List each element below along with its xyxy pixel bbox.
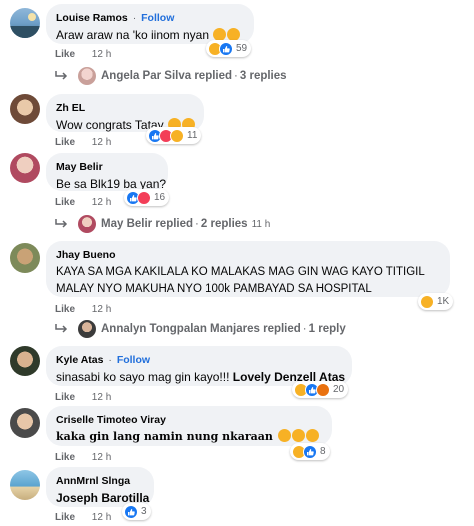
avatar[interactable] — [10, 8, 40, 38]
follow-link[interactable]: Follow — [117, 354, 150, 366]
like-link[interactable]: Like — [55, 452, 75, 463]
like-reaction-icon — [124, 504, 138, 519]
comment-meta: Like 12 h — [55, 512, 111, 523]
comment-meta: Like 12 h — [55, 304, 111, 315]
comment-bubble: AnnMrnl Slnga Joseph Barotilla — [46, 467, 154, 507]
comment-bubble: Louise Ramos · Follow Araw araw na 'ko i… — [46, 4, 254, 44]
comment-meta: Like 12 h — [55, 49, 111, 60]
separator-dot: · — [132, 12, 137, 24]
timestamp[interactable]: 12 h — [92, 197, 111, 208]
author-name[interactable]: Louise Ramos — [56, 12, 128, 24]
avatar — [78, 320, 96, 338]
timestamp[interactable]: 12 h — [92, 304, 111, 315]
view-replies-link[interactable]: Annalyn Tongpalan Manjares replied · 1 r… — [54, 320, 346, 338]
author-name[interactable]: Jhay Bueno — [56, 248, 440, 262]
reply-count: 3 replies — [239, 70, 287, 82]
care-reaction-icon — [170, 128, 184, 143]
separator-dot: · — [195, 218, 199, 230]
rofl-emoji-icon — [305, 429, 319, 442]
reaction-count: 8 — [320, 446, 326, 457]
follow-link[interactable]: Follow — [141, 12, 174, 24]
reaction-summary[interactable]: 1K — [418, 293, 454, 310]
timestamp[interactable]: 12 h — [92, 137, 111, 148]
reply-arrow-icon — [55, 71, 68, 80]
author-name[interactable]: Kyle Atas — [56, 354, 103, 366]
comment-meta: Like 12 h — [55, 452, 111, 463]
avatar — [78, 67, 96, 85]
avatar[interactable] — [10, 346, 40, 376]
like-link[interactable]: Like — [55, 197, 75, 208]
comment-bubble: May Belir Be sa Blk19 ba yan? — [46, 153, 168, 191]
replied-label: May Belir replied — [101, 218, 194, 230]
replied-label: Annalyn Tongpalan Manjares replied — [101, 323, 301, 335]
avatar[interactable] — [10, 408, 40, 438]
comment-bubble: Kyle Atas · Follow sinasabi ko sayo mag … — [46, 346, 352, 386]
rofl-emoji-icon — [277, 429, 291, 442]
reaction-count: 1K — [437, 296, 450, 307]
reaction-summary[interactable]: 16 — [124, 189, 170, 206]
comment-meta: Like 12 h — [55, 197, 111, 208]
like-link[interactable]: Like — [55, 49, 75, 60]
reaction-summary[interactable]: 20 — [292, 381, 349, 398]
reply-count: 2 replies — [200, 218, 248, 230]
rofl-emoji-icon — [291, 429, 305, 442]
timestamp[interactable]: 12 h — [92, 512, 111, 523]
like-link[interactable]: Like — [55, 512, 75, 523]
author-name[interactable]: Zh EL — [56, 101, 194, 115]
like-reaction-icon — [219, 41, 233, 56]
like-link[interactable]: Like — [55, 304, 75, 315]
reaction-summary[interactable]: 8 — [290, 443, 330, 460]
like-link[interactable]: Like — [55, 137, 75, 148]
separator-dot: · — [108, 354, 112, 366]
like-link[interactable]: Like — [55, 392, 75, 403]
comment-bubble: Criselle Timoteo Viray kaka gin lang nam… — [46, 406, 332, 446]
reaction-count: 59 — [236, 43, 248, 54]
avatar — [78, 215, 96, 233]
love-reaction-icon — [137, 190, 151, 205]
comment-bubble: Jhay Bueno KAYA SA MGA KAKILALA KO MALAK… — [46, 241, 450, 297]
comment-meta: Like 12 h — [55, 392, 111, 403]
timestamp[interactable]: 12 h — [92, 392, 111, 403]
reaction-summary[interactable]: 59 — [206, 40, 252, 57]
avatar[interactable] — [10, 94, 40, 124]
avatar[interactable] — [10, 470, 40, 500]
reply-timestamp: 11 h — [251, 218, 271, 230]
author-name[interactable]: May Belir — [56, 160, 158, 174]
separator-dot: · — [234, 70, 238, 82]
comment-text: sinasabi ko sayo mag gin kayo!!! — [56, 370, 230, 384]
reply-count: 1 reply — [308, 323, 346, 335]
reply-arrow-icon — [55, 324, 68, 333]
author-name[interactable]: AnnMrnl Slnga — [56, 474, 144, 488]
angry-reaction-icon — [316, 382, 330, 397]
replied-label: Angela Par Silva replied — [101, 70, 233, 82]
reaction-count: 16 — [154, 192, 166, 203]
avatar[interactable] — [10, 153, 40, 183]
view-replies-link[interactable]: Angela Par Silva replied · 3 replies — [54, 67, 287, 85]
separator-dot: · — [302, 323, 307, 335]
comment-text: kaka gin lang namin nung nkaraan — [56, 430, 273, 443]
reaction-summary[interactable]: 11 — [146, 127, 202, 144]
reaction-count: 11 — [187, 130, 198, 141]
reaction-count: 20 — [333, 384, 345, 395]
reaction-count: 3 — [141, 506, 147, 517]
comment-text: Araw araw na 'ko iinom nyan — [56, 28, 210, 42]
comment-text-line-2: MALAY NYO MAKUHA NYO 100k PAMBAYAD SA HO… — [56, 283, 372, 295]
timestamp[interactable]: 12 h — [92, 452, 111, 463]
reaction-summary[interactable]: 3 — [122, 503, 151, 520]
comment-text-line-1: KAYA SA MGA KAKILALA KO MALAKAS MAG GIN … — [56, 266, 425, 278]
avatar[interactable] — [10, 243, 40, 273]
view-replies-link[interactable]: May Belir replied · 2 replies 11 h — [54, 215, 270, 233]
timestamp[interactable]: 12 h — [92, 49, 111, 60]
comment-meta: Like 12 h — [55, 137, 111, 148]
like-reaction-icon — [303, 444, 317, 459]
haha-reaction-icon — [420, 294, 434, 309]
author-name[interactable]: Criselle Timoteo Viray — [56, 413, 322, 427]
reply-arrow-icon — [55, 219, 68, 228]
